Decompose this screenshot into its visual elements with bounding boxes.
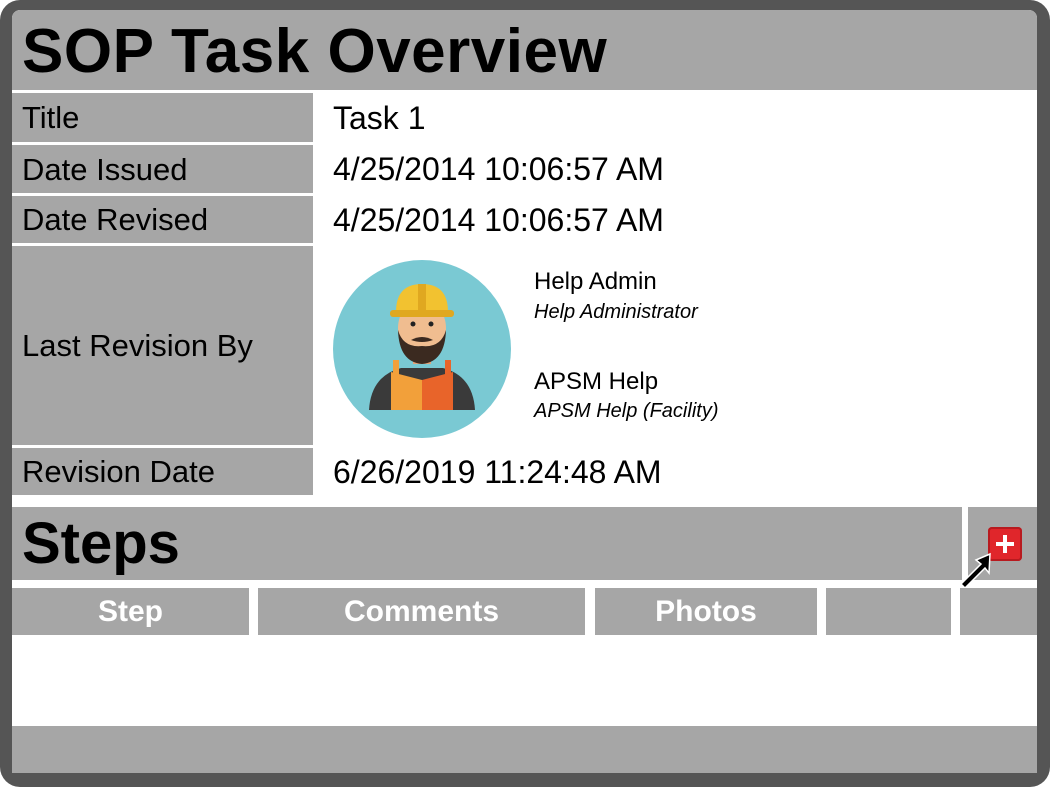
task-overview-panel: SOP Task Overview Title Task 1 Date Issu… bbox=[12, 10, 1037, 773]
window-frame: SOP Task Overview Title Task 1 Date Issu… bbox=[0, 0, 1050, 787]
column-photos[interactable]: Photos bbox=[595, 588, 817, 635]
last-revision-label: Last Revision By bbox=[12, 246, 313, 445]
plus-icon bbox=[996, 535, 1014, 553]
title-bar: SOP Task Overview bbox=[12, 10, 1037, 90]
date-issued-label: Date Issued bbox=[12, 145, 313, 193]
column-blank-1 bbox=[826, 588, 951, 635]
revision-date-label: Revision Date bbox=[12, 448, 313, 495]
page-title: SOP Task Overview bbox=[22, 17, 608, 86]
worker-avatar-icon bbox=[369, 284, 475, 410]
date-revised-value: 4/25/2014 10:06:57 AM bbox=[333, 201, 664, 238]
worker-avatar bbox=[333, 260, 511, 438]
steps-header: Steps bbox=[12, 507, 962, 580]
footer-bar bbox=[12, 726, 1037, 773]
revision-date-value: 6/26/2019 11:24:48 AM bbox=[333, 453, 662, 490]
date-revised-label: Date Revised bbox=[12, 196, 313, 243]
column-blank-2 bbox=[960, 588, 1037, 635]
title-value: Task 1 bbox=[333, 99, 426, 136]
reviser-role-2: APSM Help (Facility) bbox=[534, 400, 719, 422]
column-comments[interactable]: Comments bbox=[258, 588, 585, 635]
title-label: Title bbox=[12, 93, 313, 142]
steps-title: Steps bbox=[22, 511, 180, 576]
reviser-role-1: Help Administrator bbox=[534, 301, 698, 323]
mouse-pointer-icon bbox=[959, 552, 991, 590]
reviser-name-1: Help Admin bbox=[534, 268, 657, 295]
column-step[interactable]: Step bbox=[12, 588, 249, 635]
reviser-name-2: APSM Help bbox=[534, 368, 659, 395]
date-issued-value: 4/25/2014 10:06:57 AM bbox=[333, 151, 664, 187]
